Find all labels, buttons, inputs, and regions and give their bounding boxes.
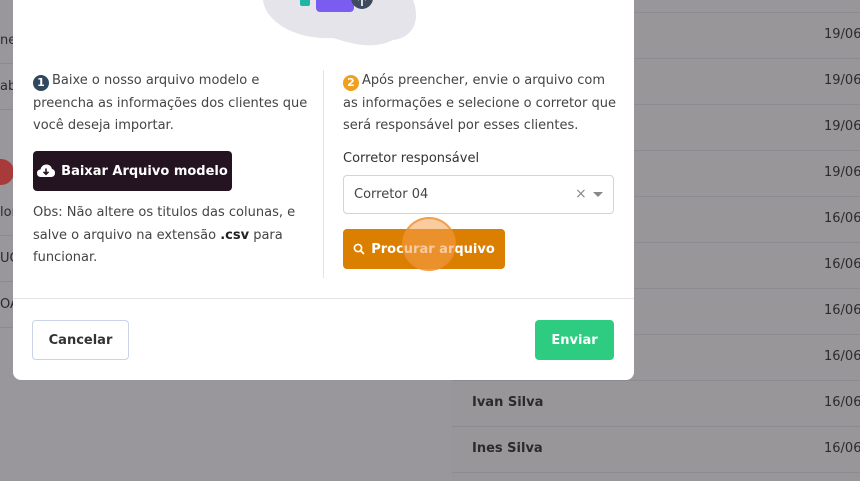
download-template-button[interactable]: Baixar Arquivo modelo	[33, 151, 232, 191]
row-name: Ines Silva	[472, 441, 543, 456]
row-date: 19/06.	[824, 165, 860, 180]
table-row[interactable]: Ivan Silva 16/06.	[452, 381, 860, 427]
row-date: 16/06.	[824, 395, 860, 410]
cancel-button[interactable]: Cancelar	[32, 320, 129, 360]
step-one-badge: 1	[33, 75, 49, 91]
import-clients-modal: 1 Baixe o nosso arquivo modelo e preencha…	[13, 0, 634, 380]
search-icon	[353, 243, 365, 255]
download-template-label: Baixar Arquivo modelo	[61, 163, 228, 179]
row-date: 19/06.	[824, 73, 860, 88]
send-button[interactable]: Enviar	[535, 320, 614, 360]
row-date: 19/06.	[824, 119, 860, 134]
chevron-down-icon[interactable]	[593, 192, 603, 197]
row-date: 16/06.	[824, 349, 860, 364]
row-date: 16/06.	[824, 441, 860, 456]
step-one-panel: 1 Baixe o nosso arquivo modelo e preencha…	[33, 70, 321, 265]
row-date: 16/06.	[824, 257, 860, 272]
browse-file-button[interactable]: Procurar arquivo	[343, 229, 505, 269]
row-date: 19/06.	[824, 27, 860, 42]
upload-illustration	[263, 0, 417, 46]
step-two-badge: 2	[343, 75, 359, 91]
row-date: 16/06.	[824, 211, 860, 226]
broker-select[interactable]: Corretor 04 ×	[343, 175, 614, 214]
broker-field-label: Corretor responsável	[343, 151, 480, 166]
cloud-download-icon	[37, 164, 56, 177]
step-two-panel: 2 Após preencher, envie o arquivo com as …	[343, 70, 623, 271]
column-divider	[323, 70, 324, 278]
broker-select-value: Corretor 04	[354, 187, 429, 202]
clear-icon[interactable]: ×	[575, 186, 587, 202]
obs-note: Obs: Não altere os titulos das colunas, …	[33, 205, 296, 265]
row-date: 16/06.	[824, 303, 860, 318]
step-one-instructions: 1 Baixe o nosso arquivo modelo e preencha…	[33, 73, 308, 133]
footer-divider	[13, 298, 634, 299]
row-name: Ivan Silva	[472, 395, 544, 410]
table-row[interactable]: Ines Silva 16/06.	[452, 427, 860, 473]
browse-file-label: Procurar arquivo	[371, 241, 495, 257]
csv-extension: .csv	[220, 227, 250, 243]
step-two-instructions: 2 Após preencher, envie o arquivo com as …	[343, 73, 616, 133]
